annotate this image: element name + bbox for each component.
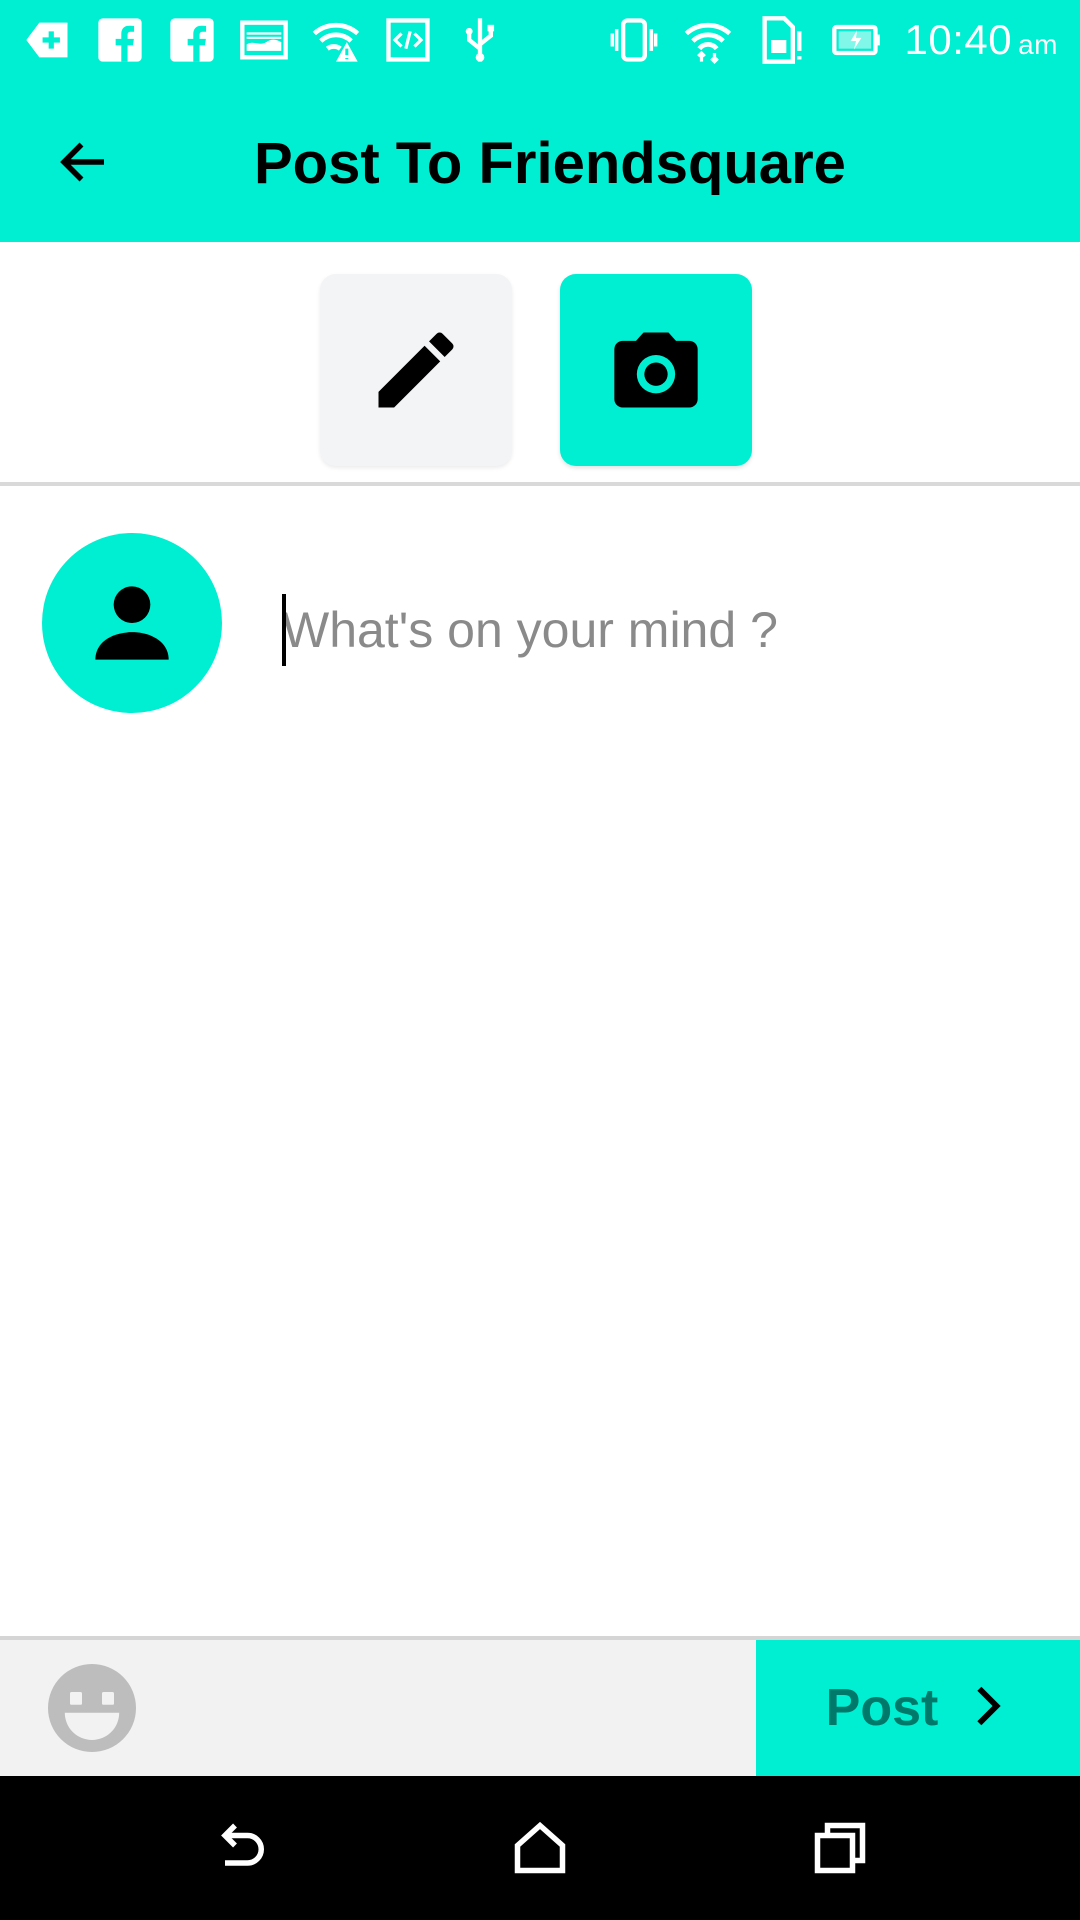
status-left-icons [22, 14, 506, 66]
camera-icon [614, 332, 698, 408]
back-button[interactable] [42, 120, 126, 204]
divider [0, 482, 1080, 486]
status-time: 10:40 am [904, 16, 1058, 64]
page-title: Post To Friendsquare [254, 131, 846, 196]
facebook-icon [166, 14, 218, 66]
usb-icon [454, 14, 506, 66]
wifi-warning-icon [310, 14, 362, 66]
nav-back-button[interactable] [204, 1812, 276, 1884]
photo-post-button[interactable] [560, 274, 752, 466]
sim-alert-icon [756, 14, 808, 66]
person-icon [95, 586, 169, 660]
post-button-label: Post [825, 1679, 939, 1737]
emoji-button[interactable] [44, 1660, 140, 1756]
photo-icon [238, 14, 290, 66]
notification-plus-icon [22, 14, 74, 66]
arrow-back-icon [60, 142, 104, 182]
status-right-icons: 10:40 am [608, 14, 1058, 66]
time-ampm: am [1018, 29, 1058, 60]
system-nav-bar [0, 1776, 1080, 1920]
nav-recents-icon [814, 1822, 866, 1874]
nav-home-button[interactable] [504, 1812, 576, 1884]
post-text-input[interactable] [282, 590, 1022, 670]
vibrate-icon [608, 14, 660, 66]
pencil-icon [378, 332, 454, 408]
smiley-icon [48, 1664, 136, 1752]
app-bar: Post To Friendsquare [0, 80, 1080, 242]
battery-charging-icon [830, 14, 882, 66]
nav-home-icon [514, 1821, 566, 1874]
post-type-selector [0, 242, 1080, 482]
text-cursor [282, 594, 286, 666]
text-post-button[interactable] [320, 274, 512, 466]
post-button[interactable]: Post [756, 1640, 1080, 1776]
nav-back-icon [221, 1823, 264, 1866]
wifi-icon [682, 14, 734, 66]
code-icon [382, 14, 434, 66]
screen: 10:40am Post To Friendsquare Post [0, 0, 1080, 1920]
nav-recents-button[interactable] [804, 1812, 876, 1884]
chevron-right-icon [964, 1683, 1010, 1734]
avatar [42, 533, 222, 713]
bottom-toolbar: Post [0, 1640, 1080, 1776]
status-bar: 10:40 am [0, 0, 1080, 80]
facebook-icon [94, 14, 146, 66]
time-value: 10:40 [904, 16, 1013, 63]
